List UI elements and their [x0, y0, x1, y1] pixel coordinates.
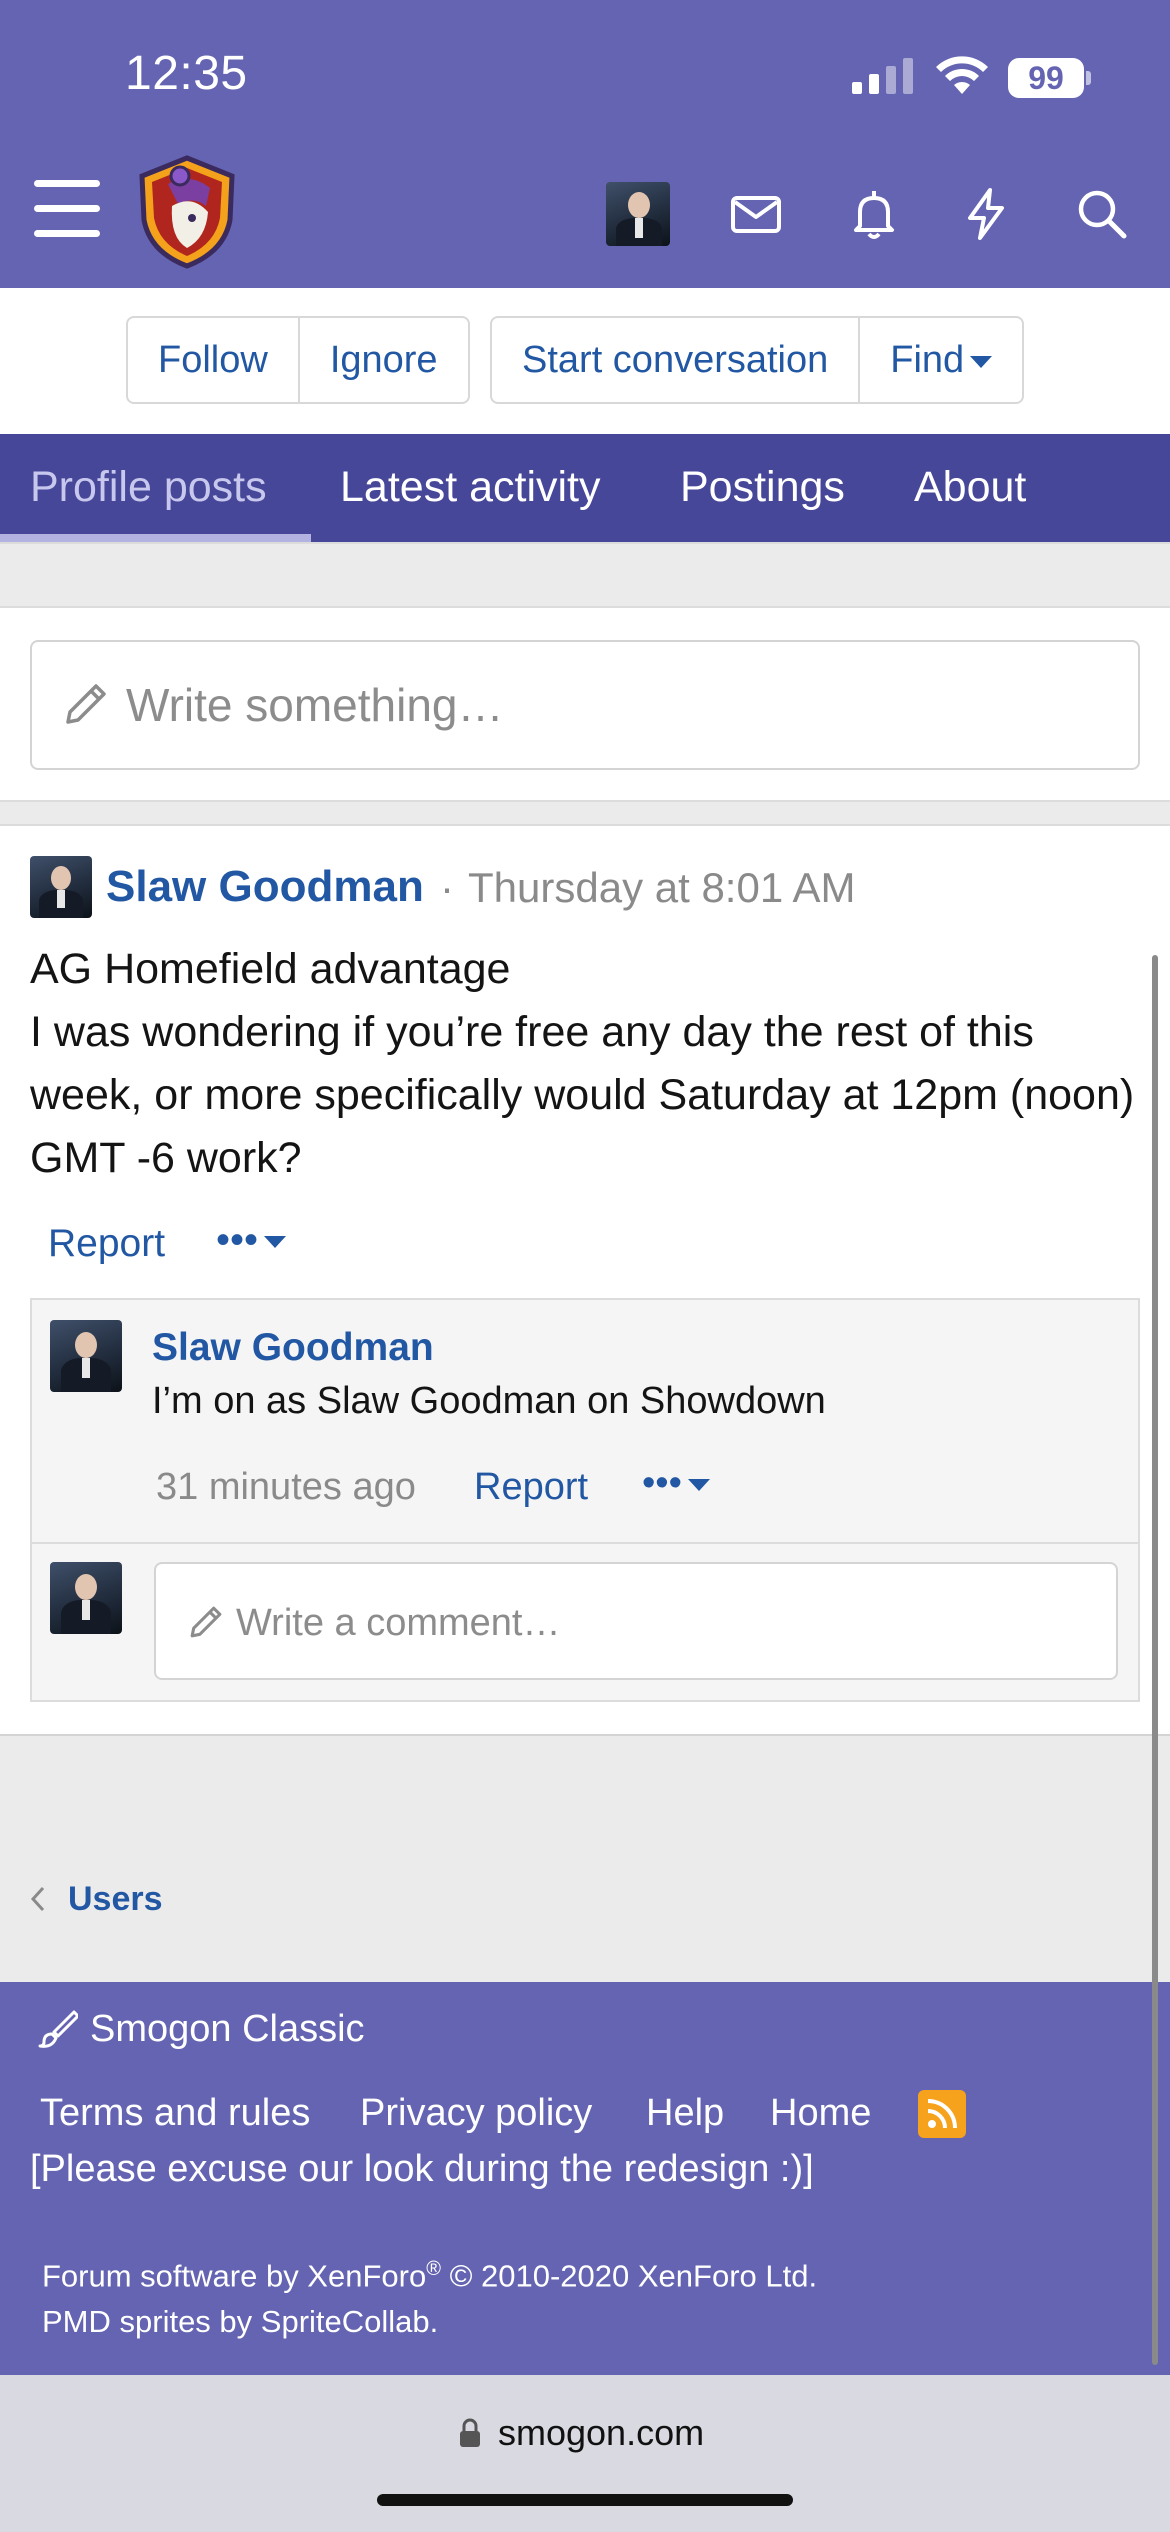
reply-placeholder: Write a comment…: [236, 1602, 561, 1644]
cellular-signal-icon: [852, 58, 913, 94]
mail-icon[interactable]: [728, 186, 784, 242]
home-indicator[interactable]: [377, 2494, 793, 2506]
style-chooser-link[interactable]: Smogon Classic: [90, 2008, 365, 2051]
post-line: I was wondering if you’re free any day t…: [30, 1008, 1135, 1182]
post-body: AG Homefield advantage I was wondering i…: [30, 938, 1140, 1190]
url-text[interactable]: smogon.com: [498, 2412, 704, 2454]
registered-mark: ®: [426, 2258, 441, 2280]
pencil-icon: [66, 684, 106, 724]
comment-report-link[interactable]: Report: [474, 1466, 588, 1509]
post-meta-separator: ·: [440, 864, 454, 911]
caret-down-icon: [970, 355, 993, 368]
footer-link-terms[interactable]: Terms and rules: [40, 2092, 310, 2135]
comment-author-link[interactable]: Slaw Goodman: [152, 1326, 434, 1370]
footer-link-home[interactable]: Home: [770, 2092, 871, 2135]
caret-down-icon: [687, 1478, 710, 1491]
comment-more-menu[interactable]: •••: [642, 1462, 710, 1505]
site-logo[interactable]: [132, 154, 242, 270]
write-something-input[interactable]: Write something…: [30, 640, 1140, 770]
status-time: 12:35: [125, 47, 248, 100]
follow-button[interactable]: Follow: [128, 318, 298, 402]
lock-icon: [460, 2418, 480, 2447]
comment-text: I’m on as Slaw Goodman on Showdown: [152, 1380, 826, 1422]
comments-divider: [32, 1542, 1138, 1544]
search-icon[interactable]: [1074, 186, 1130, 242]
post-line: AG Homefield advantage: [30, 945, 511, 993]
software-credit-text: Forum software by XenForo: [42, 2258, 427, 2294]
tab-postings[interactable]: Postings: [680, 434, 845, 542]
post-more-menu[interactable]: •••: [216, 1218, 287, 1263]
comment-timestamp[interactable]: 31 minutes ago: [156, 1466, 416, 1509]
rss-icon[interactable]: [918, 2090, 966, 2138]
paintbrush-icon: [38, 2010, 78, 2048]
tab-about[interactable]: About: [914, 434, 1026, 542]
wifi-icon: [936, 56, 988, 94]
section-spacer: [0, 542, 1170, 606]
post-timestamp[interactable]: Thursday at 8:01 AM: [468, 864, 856, 912]
find-label: Find: [890, 339, 965, 381]
active-tab-indicator: [0, 534, 311, 542]
conversation-find-group: Start conversation Find: [490, 316, 1025, 404]
battery-level: 99: [1008, 58, 1084, 98]
post-author-link[interactable]: Slaw Goodman: [106, 862, 424, 912]
menu-icon[interactable]: [34, 180, 100, 242]
comment-author-avatar[interactable]: [50, 1320, 122, 1392]
tab-latest-activity[interactable]: Latest activity: [340, 434, 601, 542]
footer-link-privacy[interactable]: Privacy policy: [360, 2092, 592, 2135]
find-button[interactable]: Find: [858, 318, 1022, 402]
software-copyright: © 2010-2020 XenForo Ltd.: [440, 2258, 818, 2294]
follow-ignore-group: Follow Ignore: [126, 316, 470, 404]
post-author-avatar[interactable]: [30, 856, 92, 918]
breadcrumb-users[interactable]: Users: [68, 1880, 163, 1919]
scrollbar[interactable]: [1152, 955, 1158, 2365]
tab-profile-posts[interactable]: Profile posts: [30, 434, 267, 542]
footer-sprites-credit: PMD sprites by SpriteCollab.: [42, 2304, 439, 2339]
battery-icon: 99: [1008, 58, 1091, 98]
user-avatar[interactable]: [606, 182, 670, 246]
bolt-icon[interactable]: [958, 186, 1014, 242]
start-conversation-button[interactable]: Start conversation: [492, 318, 858, 402]
post-report-link[interactable]: Report: [48, 1222, 165, 1266]
write-comment-input[interactable]: Write a comment…: [154, 1562, 1118, 1680]
chevron-left-icon[interactable]: [28, 1884, 48, 1914]
profile-tabs: Profile posts Latest activity Postings A…: [0, 434, 1170, 542]
reply-avatar: [50, 1562, 122, 1634]
pencil-icon: [190, 1606, 222, 1638]
footer-software-credit[interactable]: Forum software by XenForo® © 2010-2020 X…: [42, 2258, 817, 2294]
footer-note: [Please excuse our look during the redes…: [30, 2148, 814, 2190]
more-dots-icon: •••: [642, 1462, 682, 1504]
bell-icon[interactable]: [846, 186, 902, 242]
footer-link-help[interactable]: Help: [646, 2092, 724, 2135]
more-dots-icon: •••: [216, 1218, 259, 1262]
ignore-button[interactable]: Ignore: [297, 318, 468, 402]
profile-actions: Follow Ignore Start conversation Find: [0, 288, 1170, 434]
caret-down-icon: [264, 1236, 287, 1249]
composer-placeholder: Write something…: [126, 679, 504, 731]
